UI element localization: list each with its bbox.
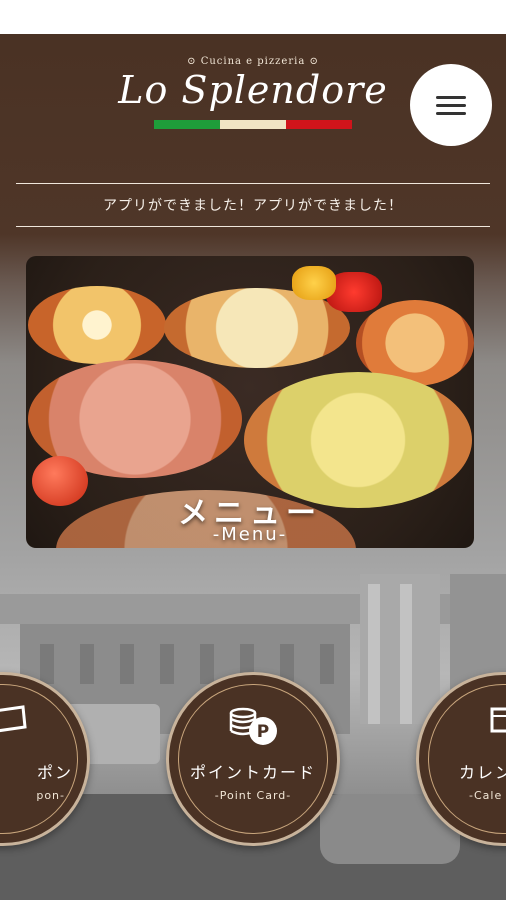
point-card-button[interactable]: P ポイントカード -Point Card- xyxy=(166,672,340,846)
italian-flag-stripe xyxy=(154,120,352,129)
menu-banner[interactable]: メニュー -Menu- xyxy=(26,256,474,548)
hamburger-menu-button[interactable] xyxy=(410,64,492,146)
hamburger-icon xyxy=(436,95,466,115)
pizza-image xyxy=(164,288,350,368)
svg-text:P: P xyxy=(257,722,269,742)
app-screen: ⊙ Cucina e pizzeria ⊙ Lo Splendore アプリがで… xyxy=(0,34,506,900)
coupon-label: ポン xyxy=(36,763,73,782)
news-ticker: アプリができました！アプリができました！ xyxy=(16,183,490,227)
pepper-image xyxy=(292,266,336,300)
coupon-sublabel: pon- xyxy=(36,789,65,802)
flag-white xyxy=(220,120,286,129)
flag-green xyxy=(154,120,220,129)
calendar-label: カレン xyxy=(459,763,506,782)
coupon-icon xyxy=(0,705,27,737)
app-header: ⊙ Cucina e pizzeria ⊙ Lo Splendore xyxy=(0,34,506,184)
flag-red xyxy=(286,120,352,129)
point-card-sublabel: -Point Card- xyxy=(214,789,292,802)
logo-tagline: ⊙ Cucina e pizzeria ⊙ xyxy=(187,56,319,67)
ticker-text: アプリができました！アプリができました！ xyxy=(103,198,403,214)
point-card-icon: P xyxy=(227,705,279,753)
point-card-label: ポイントカード xyxy=(189,763,316,782)
menu-subtitle: -Menu- xyxy=(212,524,288,545)
calendar-sublabel: -Cale xyxy=(469,789,503,802)
pizza-image xyxy=(28,286,166,364)
calendar-icon xyxy=(489,705,506,739)
status-bar xyxy=(0,0,506,34)
